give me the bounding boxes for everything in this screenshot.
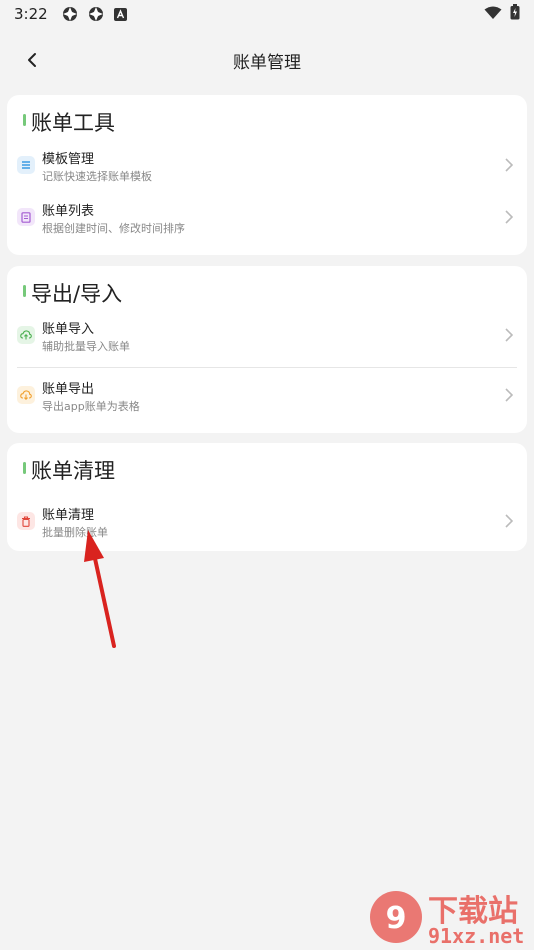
watermark: 9 下载站 91xz.net <box>364 886 532 948</box>
watermark-domain: 91xz.net <box>428 924 525 948</box>
svg-text:9: 9 <box>386 901 407 936</box>
annotation-arrow <box>84 530 116 648</box>
